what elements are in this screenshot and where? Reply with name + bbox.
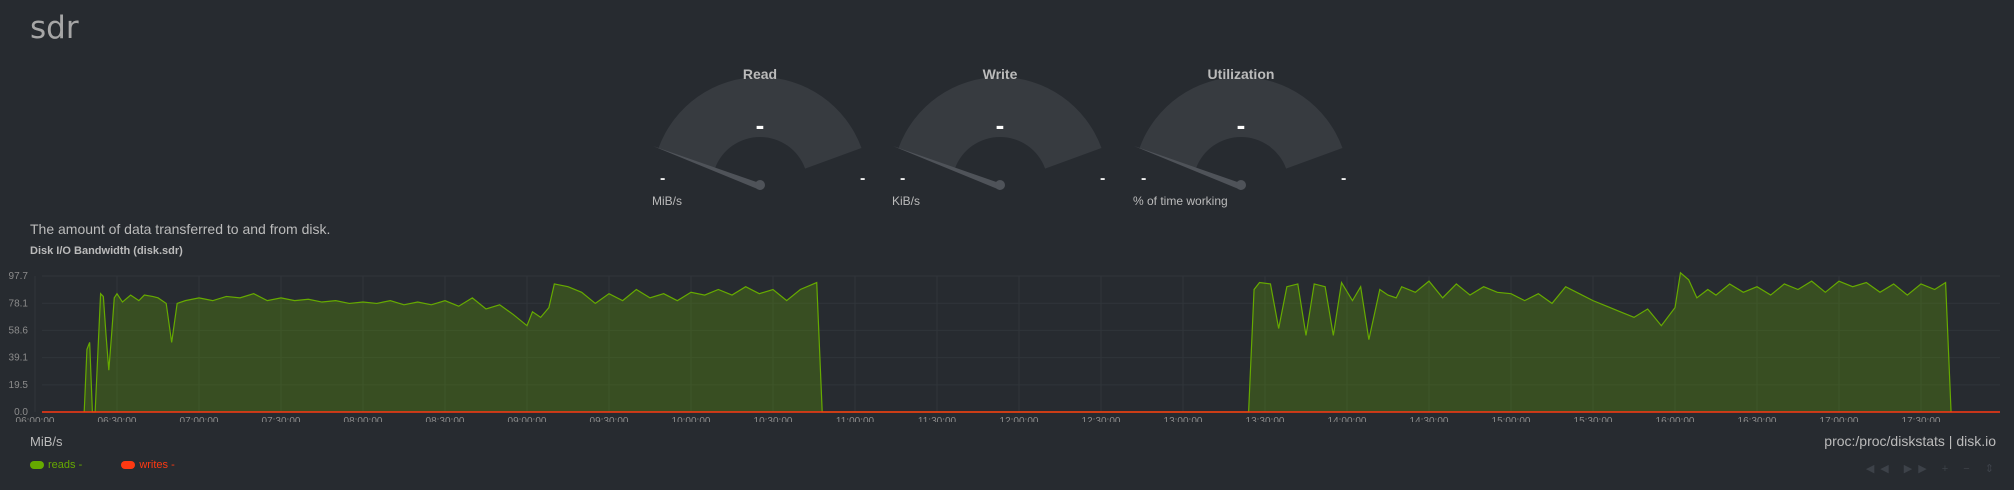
chart-toolbox: ◀◀ ▶▶ + − ⇕: [1866, 462, 2000, 475]
x-tick-label: 09:30:00: [590, 416, 629, 422]
x-tick-label: 15:30:00: [1574, 416, 1613, 422]
gauge-title: Read: [742, 66, 778, 82]
x-tick-label: 08:00:00: [344, 416, 383, 422]
legend-label-writes: writes: [139, 459, 169, 471]
gauge-max: -: [1100, 170, 1106, 187]
resize-icon[interactable]: ⇕: [1985, 463, 2000, 475]
zoom-out-icon[interactable]: −: [1963, 463, 1975, 475]
x-tick-label: 16:00:00: [1656, 416, 1695, 422]
x-tick-label: 07:00:00: [180, 416, 219, 422]
gauge-max: -: [1341, 170, 1347, 187]
x-tick-label: 12:00:00: [1000, 416, 1039, 422]
gauge-max: -: [860, 170, 866, 187]
x-tick-label: 13:00:00: [1164, 416, 1203, 422]
x-tick-label: 09:00:00: [508, 416, 547, 422]
chart-info-text: The amount of data transferred to and fr…: [30, 221, 331, 237]
legend-item-writes[interactable]: writes -: [121, 459, 175, 471]
rewind-icon[interactable]: ◀◀: [1866, 463, 1895, 475]
x-tick-label: 13:30:00: [1246, 416, 1285, 422]
y-tick-label: 97.7: [9, 271, 29, 282]
gauge-needle-hub: [1236, 180, 1246, 190]
forward-icon[interactable]: ▶▶: [1904, 463, 1933, 475]
legend-value-writes: -: [171, 459, 175, 471]
x-tick-label: 16:30:00: [1738, 416, 1777, 422]
y-tick-label: 39.1: [9, 353, 29, 364]
zoom-in-icon[interactable]: +: [1942, 463, 1954, 475]
gauge-min: -: [1141, 170, 1147, 187]
y-tick-label: 19.5: [9, 380, 29, 391]
x-tick-label: 10:00:00: [672, 416, 711, 422]
gauge-read: Read - - - MiB/s: [640, 60, 880, 215]
x-tick-label: 12:30:00: [1082, 416, 1121, 422]
chart-title: Disk I/O Bandwidth (disk.sdr): [30, 245, 183, 257]
gauge-title: Write: [982, 66, 1018, 82]
y-tick-label: 78.1: [9, 298, 29, 309]
chart-legend: reads - writes -: [30, 459, 211, 472]
chart-family: proc:/proc/diskstats | disk.io: [1824, 433, 1996, 449]
x-tick-label: 17:00:00: [1820, 416, 1859, 422]
x-tick-label: 08:30:00: [426, 416, 465, 422]
x-tick-label: 07:30:00: [262, 416, 301, 422]
x-tick-label: 11:30:00: [918, 416, 957, 422]
gauge-min: -: [660, 170, 666, 187]
legend-label-reads: reads: [48, 459, 76, 471]
y-tick-label: 58.6: [9, 325, 29, 336]
x-tick-label: 11:00:00: [836, 416, 875, 422]
gauge-value: -: [995, 110, 1005, 140]
gauge-needle-hub: [995, 180, 1005, 190]
gauge-value: -: [1236, 110, 1246, 140]
gauge-units: MiB/s: [652, 194, 682, 208]
x-tick-label: 14:30:00: [1410, 416, 1449, 422]
x-tick-label: 17:30:00: [1902, 416, 1941, 422]
gauge-title: Utilization: [1207, 66, 1275, 82]
x-tick-label: 15:00:00: [1492, 416, 1531, 422]
disk-io-chart[interactable]: 97.778.158.639.119.50.006:00:00 06:30:00 0…: [0, 262, 2014, 422]
legend-item-reads[interactable]: reads -: [30, 459, 82, 471]
x-tick-label: 14:00:00: [1328, 416, 1367, 422]
series-area-reads: [84, 272, 1952, 412]
gauge-units: KiB/s: [892, 194, 921, 208]
legend-value-reads: -: [78, 459, 83, 471]
gauge-write: Write - - - KiB/s: [880, 60, 1120, 215]
x-tick-label: 10:30:00: [754, 416, 793, 422]
x-tick-label: 06:00:00: [16, 416, 55, 422]
chart-units: MiB/s: [30, 434, 63, 449]
legend-swatch-reads: [30, 461, 44, 469]
gauge-min: -: [900, 170, 906, 187]
page-title: sdr: [30, 10, 79, 46]
gauge-value: -: [755, 110, 765, 140]
x-tick-label: 06:30:00: [98, 416, 137, 422]
gauge-needle-hub: [755, 180, 765, 190]
gauge-units: % of time working: [1133, 194, 1228, 208]
gauge-utilization: Utilization - - - % of time working: [1121, 60, 1361, 215]
legend-swatch-writes: [121, 461, 136, 469]
